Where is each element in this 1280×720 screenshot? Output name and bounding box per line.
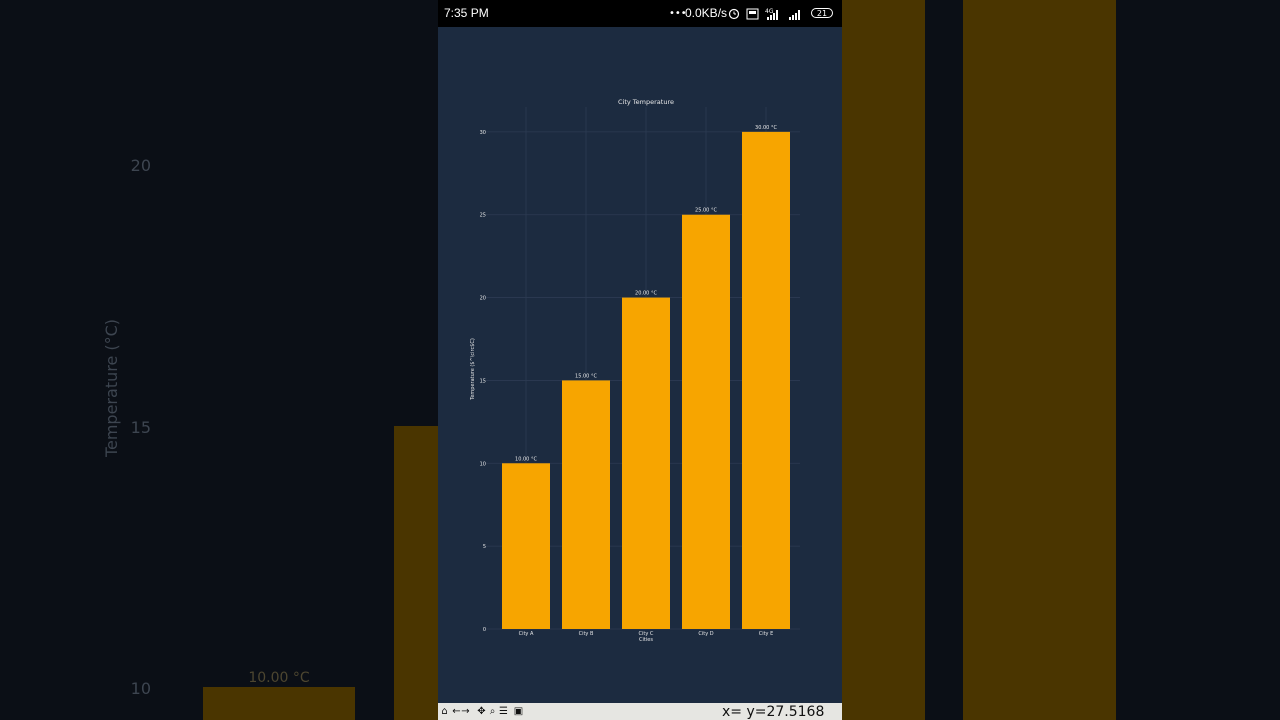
configure-icon[interactable]: ☰ xyxy=(498,705,509,718)
y-tick-label: 10 xyxy=(480,461,486,467)
status-bar: 7:35 PM ••• 0.0KB/s 4G 21 xyxy=(438,0,842,27)
battery-level: 21 xyxy=(816,9,828,18)
background-bar-label: 10.00 °C xyxy=(248,670,310,686)
phone-screen: 7:35 PM ••• 0.0KB/s 4G 21 10.00 °C City … xyxy=(438,0,842,720)
bar xyxy=(622,297,670,629)
bar xyxy=(562,380,610,629)
signal-icon xyxy=(789,10,800,20)
background-bar-e xyxy=(963,0,1116,720)
x-tick-label: City D xyxy=(698,631,713,637)
y-tick-label: 25 xyxy=(480,213,486,219)
pan-icon[interactable]: ✥ xyxy=(476,705,487,718)
signal-4g-icon: 4G xyxy=(765,8,778,20)
x-tick-label: City E xyxy=(759,631,774,637)
background-bar-d xyxy=(842,0,925,720)
x-tick-label: City B xyxy=(579,631,594,637)
bar-value-label: 15.00 °C xyxy=(575,373,597,379)
bar xyxy=(682,214,730,629)
matplotlib-toolbar: ⌂ ← → ✥ ⌕ ☰ ▣ x= y=27.5168 xyxy=(438,703,842,720)
y-tick-label: 5 xyxy=(483,544,486,550)
forward-icon[interactable]: → xyxy=(460,705,471,718)
background-tick-15: 15 xyxy=(131,418,151,437)
background-ylabel: Temperature (°C) xyxy=(102,319,121,458)
background-bar-a xyxy=(203,687,355,720)
status-icons: 4G xyxy=(728,8,800,20)
alarm-icon xyxy=(728,8,740,20)
bar-chart: 10.00 °C City A 15.00 °C City B 20.00 °C City… xyxy=(470,98,800,643)
y-axis-label: Temperature ($^\circ$C) xyxy=(470,338,476,401)
cursor-coordinates: x= y=27.5168 xyxy=(722,704,825,720)
y-tick-label: 20 xyxy=(480,296,486,302)
bar-value-label: 20.00 °C xyxy=(635,291,657,297)
zoom-icon[interactable]: ⌕ xyxy=(487,705,498,718)
background-tick-10: 10 xyxy=(131,679,151,698)
chart-title: City Temperature xyxy=(618,98,674,106)
signal-4g-label: 4G xyxy=(765,8,774,15)
volte-icon xyxy=(746,8,759,20)
bar xyxy=(502,463,550,629)
background-bar-b xyxy=(394,426,438,720)
background-tick-20: 20 xyxy=(131,156,151,175)
y-tick-label: 30 xyxy=(480,130,486,136)
y-tick-label: 15 xyxy=(480,378,486,384)
bar xyxy=(742,131,790,629)
x-axis-label: Cities xyxy=(639,637,653,643)
bar-value-label: 30.00 °C xyxy=(755,125,777,131)
save-icon[interactable]: ▣ xyxy=(513,705,524,718)
bar-value-label: 25.00 °C xyxy=(695,208,717,214)
battery-icon: 21 xyxy=(811,8,833,18)
bar-value-label: 10.00 °C xyxy=(515,456,537,462)
x-tick-label: City A xyxy=(519,631,534,637)
y-tick-label: 0 xyxy=(483,627,486,633)
home-icon[interactable]: ⌂ xyxy=(439,705,450,718)
network-speed: 0.0KB/s xyxy=(685,6,728,20)
status-time: 7:35 PM xyxy=(444,6,489,20)
